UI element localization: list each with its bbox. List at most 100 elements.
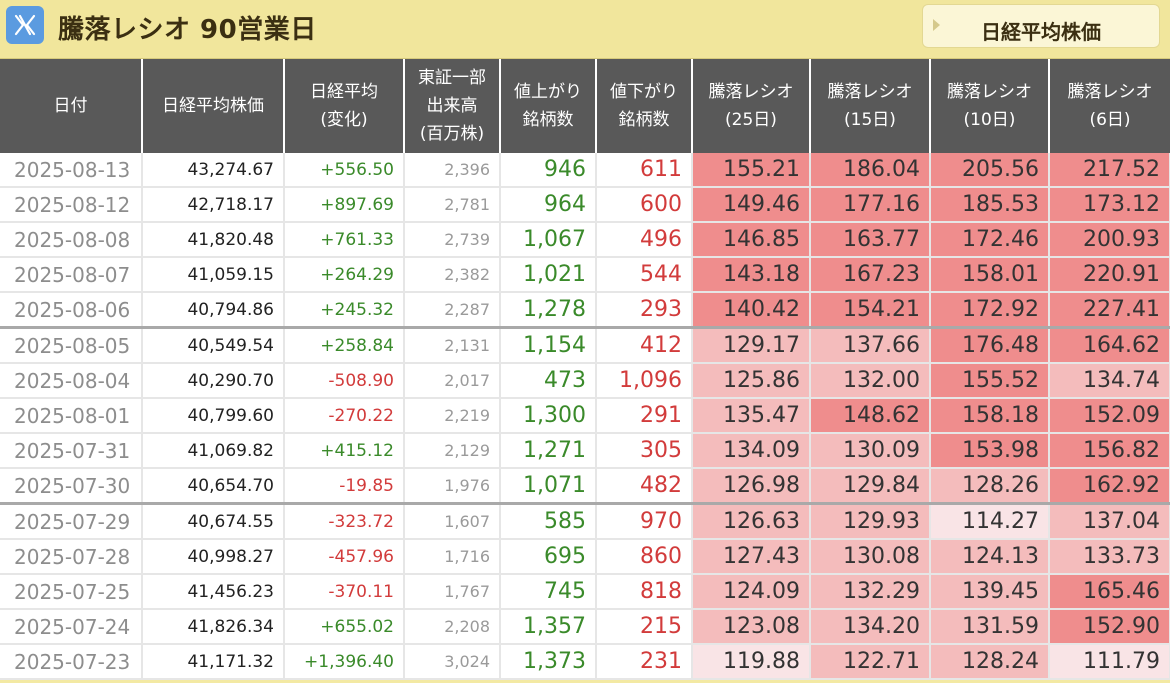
ratio15-cell: 177.16 <box>810 187 931 223</box>
table-row[interactable]: 2025-08-04 40,290.70 -508.90 2,017 473 1,096 1… <box>0 363 1170 399</box>
decliners-cell: 970 <box>596 503 693 540</box>
column-header-3[interactable]: 東証一部 出来高 (百万株) <box>404 59 501 153</box>
table-row[interactable]: 2025-08-05 40,549.54 +258.84 2,131 1,154 412 1… <box>0 327 1170 364</box>
date-cell: 2025-08-08 <box>0 222 143 258</box>
ratio10-cell: 155.52 <box>930 363 1050 399</box>
decliners-cell: 291 <box>596 398 693 434</box>
column-header-8[interactable]: 騰落レシオ (10日) <box>930 59 1050 153</box>
nikkei-cell: 42,718.17 <box>142 187 285 223</box>
ratio6-cell: 156.82 <box>1049 433 1170 469</box>
nikkei-cell: 41,826.34 <box>142 609 285 645</box>
change-cell: +897.69 <box>284 187 405 223</box>
ratio6-cell: 134.74 <box>1049 363 1170 399</box>
ratio25-cell: 149.46 <box>692 187 811 223</box>
ratio25-cell: 155.21 <box>692 153 811 188</box>
date-cell: 2025-08-04 <box>0 363 143 399</box>
column-header-7[interactable]: 騰落レシオ (15日) <box>810 59 931 153</box>
date-cell: 2025-08-13 <box>0 153 143 188</box>
table-row[interactable]: 2025-07-25 41,456.23 -370.11 1,767 745 818 124… <box>0 574 1170 610</box>
decliners-cell: 496 <box>596 222 693 258</box>
ratio6-cell: 152.09 <box>1049 398 1170 434</box>
date-cell: 2025-08-12 <box>0 187 143 223</box>
table-row[interactable]: 2025-08-08 41,820.48 +761.33 2,739 1,067 496 1… <box>0 222 1170 258</box>
decliners-cell: 818 <box>596 574 693 610</box>
column-header-2[interactable]: 日経平均 (変化) <box>284 59 405 153</box>
column-header-5[interactable]: 値下がり 銘柄数 <box>596 59 693 153</box>
ratio10-cell: 205.56 <box>930 153 1050 188</box>
volume-cell: 2,739 <box>404 222 501 258</box>
ratio10-cell: 124.13 <box>930 539 1050 575</box>
advancers-cell: 1,357 <box>500 609 597 645</box>
advancers-cell: 1,071 <box>500 468 597 505</box>
change-cell: +264.29 <box>284 257 405 293</box>
ratio6-cell: 220.91 <box>1049 257 1170 293</box>
column-header-line: 値下がり <box>610 82 678 102</box>
change-cell: -508.90 <box>284 363 405 399</box>
date-cell: 2025-08-07 <box>0 257 143 293</box>
advancers-cell: 1,300 <box>500 398 597 434</box>
page-title: 騰落レシオ 90営業日 <box>58 15 317 45</box>
change-cell: -457.96 <box>284 539 405 575</box>
ratio25-cell: 140.42 <box>692 292 811 329</box>
ratio25-cell: 125.86 <box>692 363 811 399</box>
volume-cell: 2,396 <box>404 153 501 188</box>
nikkei-cell: 41,456.23 <box>142 574 285 610</box>
table-row[interactable]: 2025-07-31 41,069.82 +415.12 2,129 1,271 305 1… <box>0 433 1170 469</box>
ratio25-cell: 146.85 <box>692 222 811 258</box>
ratio6-cell: 152.90 <box>1049 609 1170 645</box>
table-row[interactable]: 2025-07-29 40,674.55 -323.72 1,607 585 970 126… <box>0 503 1170 540</box>
nikkei-cell: 41,069.82 <box>142 433 285 469</box>
change-cell: +655.02 <box>284 609 405 645</box>
table-row[interactable]: 2025-07-24 41,826.34 +655.02 2,208 1,357 215 1… <box>0 609 1170 645</box>
table-row[interactable]: 2025-07-23 41,171.32 +1,396.40 3,024 1,373 23… <box>0 644 1170 680</box>
x-share-button[interactable] <box>6 6 44 44</box>
column-header-6[interactable]: 騰落レシオ (25日) <box>692 59 811 153</box>
ratio25-cell: 124.09 <box>692 574 811 610</box>
column-header-line: (10日) <box>963 110 1016 130</box>
ratio15-cell: 129.93 <box>810 503 931 540</box>
volume-cell: 2,131 <box>404 327 501 364</box>
column-header-line: 値上がり <box>514 82 582 102</box>
table-row[interactable]: 2025-07-30 40,654.70 -19.85 1,976 1,071 482 12… <box>0 468 1170 505</box>
volume-cell: 1,716 <box>404 539 501 575</box>
ratio10-cell: 158.01 <box>930 257 1050 293</box>
decliners-cell: 412 <box>596 327 693 364</box>
app-header: 騰落レシオ 90営業日 日経平均株価 <box>0 0 1170 59</box>
advancers-cell: 1,271 <box>500 433 597 469</box>
advancers-cell: 946 <box>500 153 597 188</box>
column-header-1[interactable]: 日経平均株価 <box>142 59 285 153</box>
advancers-cell: 1,021 <box>500 257 597 293</box>
date-cell: 2025-07-30 <box>0 468 143 505</box>
ratio10-cell: 139.45 <box>930 574 1050 610</box>
table-row[interactable]: 2025-07-28 40,998.27 -457.96 1,716 695 860 127… <box>0 539 1170 575</box>
date-cell: 2025-07-29 <box>0 503 143 540</box>
table-row[interactable]: 2025-08-07 41,059.15 +264.29 2,382 1,021 544 1… <box>0 257 1170 293</box>
column-header-0[interactable]: 日付 <box>0 59 143 153</box>
table-row[interactable]: 2025-08-01 40,799.60 -270.22 2,219 1,300 291 1… <box>0 398 1170 434</box>
table-header-row: 日付 日経平均株価 日経平均 (変化) 東証一部 出来高 (百万株) 値上がり 銘柄数 値下がり銘… <box>0 59 1170 153</box>
decliners-cell: 305 <box>596 433 693 469</box>
advance-decline-table: 日付 日経平均株価 日経平均 (変化) 東証一部 出来高 (百万株) 値上がり 銘柄数 値下がり銘… <box>0 59 1170 680</box>
ratio10-cell: 128.26 <box>930 468 1050 505</box>
ratio10-cell: 185.53 <box>930 187 1050 223</box>
ratio6-cell: 173.12 <box>1049 187 1170 223</box>
nikkei-nav-button[interactable]: 日経平均株価 <box>922 4 1160 48</box>
change-cell: -370.11 <box>284 574 405 610</box>
column-header-9[interactable]: 騰落レシオ (6日) <box>1049 59 1170 153</box>
decliners-cell: 215 <box>596 609 693 645</box>
change-cell: +258.84 <box>284 327 405 364</box>
column-header-4[interactable]: 値上がり 銘柄数 <box>500 59 597 153</box>
table-row[interactable]: 2025-08-06 40,794.86 +245.32 2,287 1,278 293 1… <box>0 292 1170 329</box>
date-cell: 2025-07-28 <box>0 539 143 575</box>
nikkei-cell: 40,549.54 <box>142 327 285 364</box>
ratio15-cell: 167.23 <box>810 257 931 293</box>
nikkei-nav-label: 日経平均株価 <box>981 20 1101 44</box>
ratio6-cell: 164.62 <box>1049 327 1170 364</box>
decliners-cell: 1,096 <box>596 363 693 399</box>
ratio15-cell: 130.09 <box>810 433 931 469</box>
column-header-line: 銘柄数 <box>618 110 670 130</box>
table-row[interactable]: 2025-08-13 43,274.67 +556.50 2,396 946 611 155… <box>0 153 1170 188</box>
ratio25-cell: 126.63 <box>692 503 811 540</box>
change-cell: -323.72 <box>284 503 405 540</box>
table-row[interactable]: 2025-08-12 42,718.17 +897.69 2,781 964 600 149… <box>0 187 1170 223</box>
